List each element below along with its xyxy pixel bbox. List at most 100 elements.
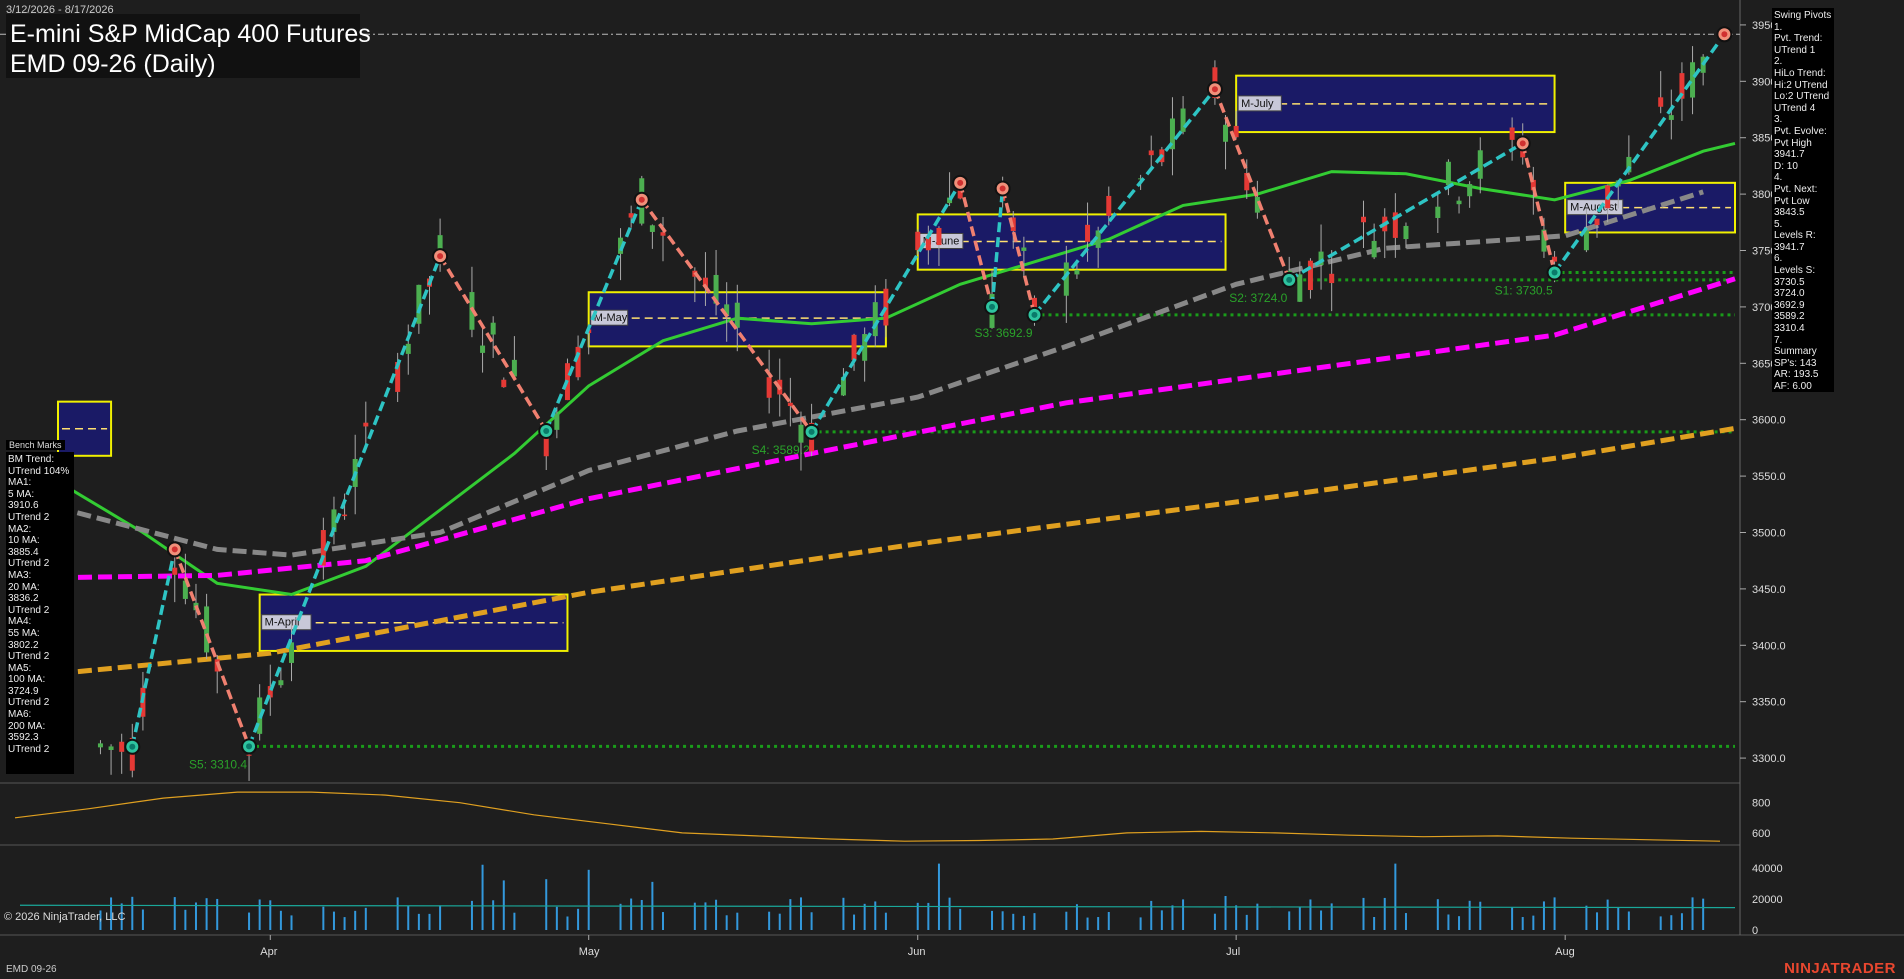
osc-tick-label: 600	[1752, 828, 1770, 840]
pivot-core	[1211, 86, 1218, 93]
candle-body	[97, 743, 103, 748]
swing-pivot-line: Pvt High	[1774, 137, 1812, 149]
candle-body	[1456, 200, 1462, 205]
y-tick-label: 3600.0	[1752, 415, 1786, 427]
pivot-core	[1286, 276, 1293, 283]
y-tick-label: 3300.0	[1752, 753, 1786, 765]
box-label: M-July	[1241, 98, 1274, 110]
swing-pivot-line: 3.	[1774, 114, 1783, 126]
support-label: S1: 3730.5	[1495, 284, 1553, 298]
swing-pivot-line: Pvt Low	[1774, 195, 1810, 207]
support-label: S2: 3724.0	[1229, 291, 1287, 305]
bench-mark-line: UTrend 2	[8, 743, 50, 755]
candle-body	[108, 746, 114, 751]
swing-pivot-line: SP's: 143	[1774, 357, 1817, 369]
candle-body	[1085, 224, 1091, 242]
candle-body	[1371, 240, 1377, 258]
bench-mark-line: 200 MA:	[8, 720, 46, 732]
candle-body	[1594, 218, 1600, 226]
candle-body	[172, 567, 178, 575]
swing-pivot-line: 3941.7	[1774, 149, 1805, 161]
swing-pivot-line: UTrend 4	[1774, 102, 1816, 114]
candle-body	[1403, 225, 1409, 240]
y-tick-label: 3350.0	[1752, 697, 1786, 709]
x-tick-label: Aug	[1555, 946, 1575, 958]
y-tick-label: 3400.0	[1752, 640, 1786, 652]
bench-mark-line: UTrend 2	[8, 604, 50, 616]
support-label: S3: 3692.9	[974, 326, 1032, 340]
swing-pivot-line: 3589.2	[1774, 311, 1805, 323]
bench-marks-panel: BM Trend: UTrend 104% MA1: 5 MA: 3910.6 UTren…	[6, 452, 74, 774]
x-tick-label: Apr	[260, 946, 277, 958]
candle-body	[363, 422, 369, 427]
price-chart[interactable]: M-AprilM-MayM-JuneM-JulyM-August S5: 331…	[0, 0, 1904, 979]
candle-body	[936, 227, 942, 246]
x-tick-label: Jul	[1226, 946, 1240, 958]
bench-mark-line: 3724.9	[8, 685, 39, 697]
pivot-core	[171, 546, 178, 553]
candle-body	[1329, 273, 1335, 284]
bench-mark-line: UTrend 104%	[8, 465, 70, 477]
candle-body	[1467, 184, 1473, 197]
pivot-core	[543, 427, 550, 434]
candle-body	[119, 741, 125, 752]
swing-pivot-line: 3843.5	[1774, 207, 1805, 219]
bench-mark-line: UTrend 2	[8, 558, 50, 570]
candle-body	[766, 377, 772, 398]
swing-pivot-line: D: 10	[1774, 160, 1798, 172]
bench-mark-line: MA3:	[8, 569, 32, 581]
chart-title: E-mini S&P MidCap 400 Futures	[10, 20, 371, 48]
pivot-core	[638, 196, 645, 203]
candle-body	[1074, 270, 1080, 275]
swing-pivot-line: 3730.5	[1774, 276, 1805, 288]
bench-mark-line: 100 MA:	[8, 674, 46, 686]
candle-body	[1690, 62, 1696, 98]
bench-mark-line: UTrend 2	[8, 697, 50, 709]
bench-mark-line: 5 MA:	[8, 488, 35, 500]
candle-body	[278, 680, 284, 686]
pivot-core	[246, 743, 253, 750]
candle-body	[1668, 115, 1674, 120]
swing-pivot-line: 3724.0	[1774, 288, 1805, 300]
bench-mark-line: MA6:	[8, 709, 32, 721]
swing-pivot-line: HiLo Trend:	[1774, 67, 1826, 79]
bench-mark-line: 3836.2	[8, 593, 39, 605]
swing-pivot-line: AF: 6.00	[1774, 381, 1812, 392]
candle-body	[405, 343, 411, 354]
bench-mark-line: 10 MA:	[8, 535, 40, 547]
candle-body	[480, 345, 486, 353]
y-tick-label: 3550.0	[1752, 471, 1786, 483]
bench-mark-line: UTrend 2	[8, 511, 50, 523]
bench-mark-line: 3592.3	[8, 732, 39, 744]
pivot-core	[129, 743, 136, 750]
bench-mark-line: 20 MA:	[8, 581, 40, 593]
swing-pivots-panel: Swing Pivots 1. Pvt. Trend: UTrend 1 2. HiLo …	[1772, 8, 1834, 392]
candle-body	[246, 754, 252, 756]
bench-mark-line: MA1:	[8, 477, 32, 489]
candle-body	[342, 514, 348, 517]
candle-body	[1223, 124, 1229, 142]
candle-body	[1180, 108, 1186, 132]
swing-pivot-line: Pvt. Evolve:	[1774, 125, 1827, 137]
pivot-core	[989, 303, 996, 310]
swing-pivot-line: 1.	[1774, 21, 1783, 33]
candle-body	[1583, 230, 1589, 251]
pivot-core	[1519, 140, 1526, 147]
candle-body	[798, 424, 804, 443]
swing-pivot-line: AR: 193.5	[1774, 369, 1819, 381]
volume-tick-label: 0	[1752, 925, 1758, 937]
support-label: S5: 3310.4	[189, 757, 247, 771]
swing-pivot-line: Summary	[1774, 346, 1817, 358]
candle-body	[554, 413, 560, 430]
swing-pivot-line: Pvt. Next:	[1774, 183, 1818, 195]
bench-marks-header: Bench Marks	[6, 440, 65, 450]
pivot-core	[999, 185, 1006, 192]
candle-body	[1509, 127, 1515, 140]
candle-body	[1307, 260, 1313, 291]
pivot-core	[1551, 269, 1558, 276]
candle-body	[1477, 150, 1483, 179]
candle-body	[872, 302, 878, 337]
bench-mark-line: UTrend 2	[8, 651, 50, 663]
y-tick-label: 3450.0	[1752, 584, 1786, 596]
chart-background	[0, 0, 1904, 979]
